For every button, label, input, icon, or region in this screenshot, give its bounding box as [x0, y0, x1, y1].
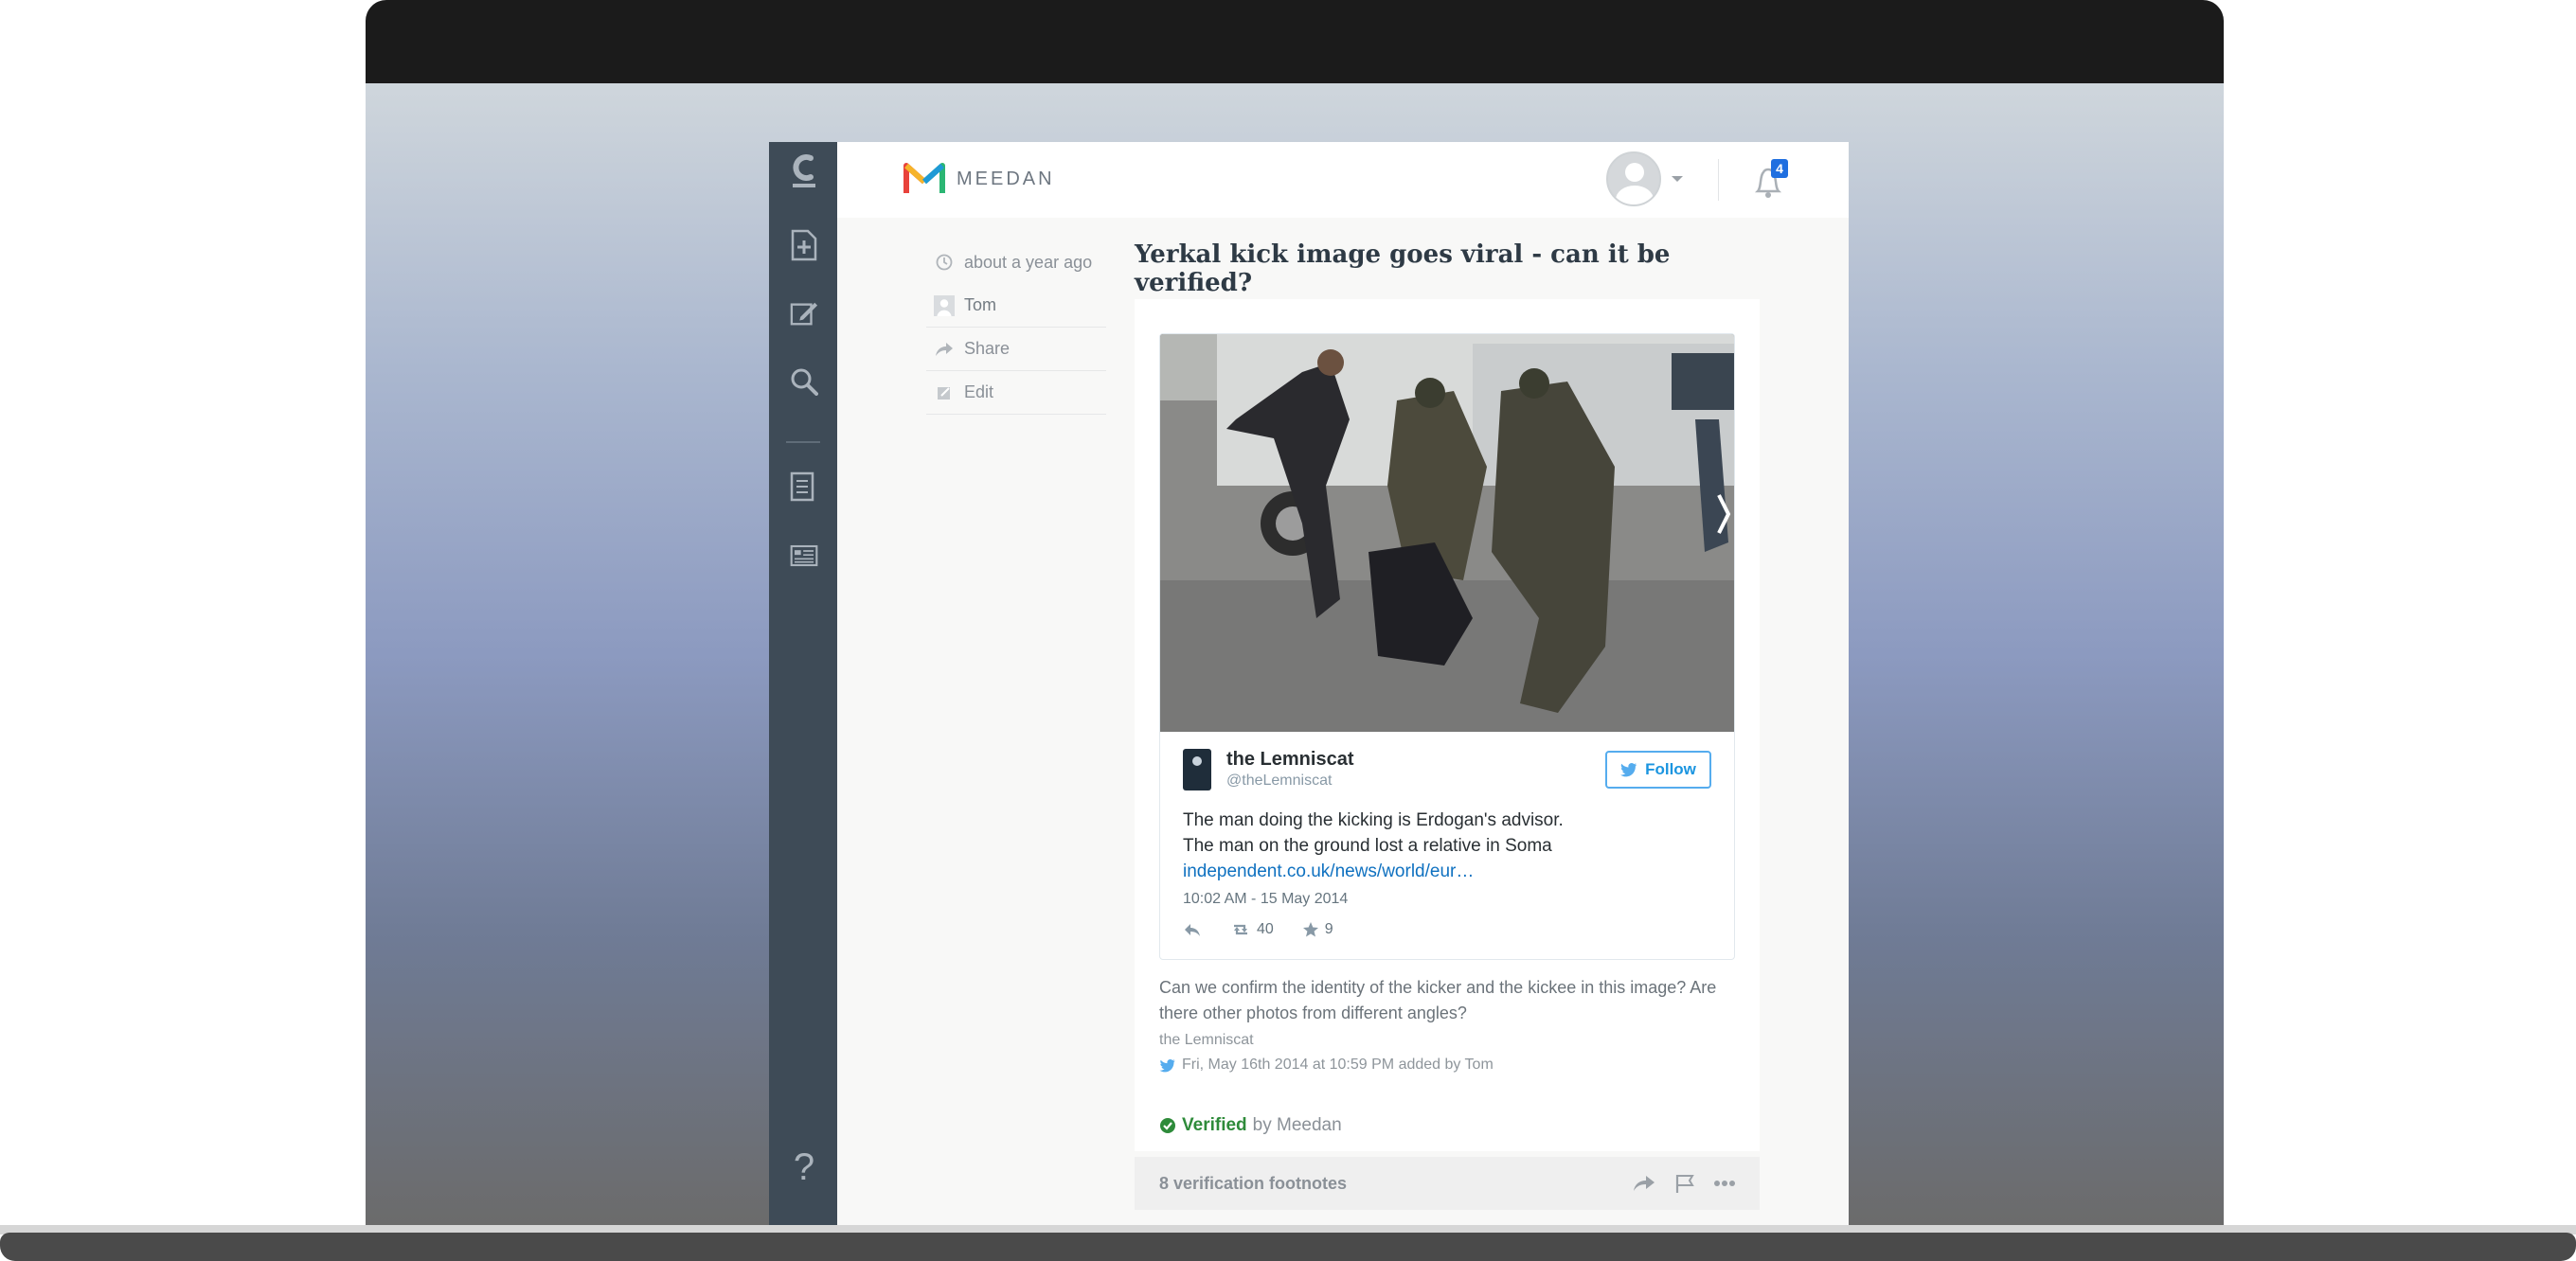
topbar-divider — [1718, 159, 1719, 201]
tweet-photo-image — [1160, 334, 1734, 732]
share-label: Share — [964, 339, 1011, 358]
clock-icon — [934, 252, 955, 273]
document-icon[interactable] — [790, 471, 818, 502]
favorite-count: 9 — [1324, 921, 1333, 937]
main-area: MEEDAN 4 about a year ago Tom Share Edit… — [837, 142, 1849, 1225]
notifications-button[interactable]: 4 — [1752, 159, 1790, 201]
tweet-author-name: the Lemniscat — [1226, 749, 1354, 770]
edit-label: Edit — [964, 382, 994, 401]
claim-text: Can we confirm the identity of the kicke… — [1159, 978, 1717, 1022]
footnote-actions — [1633, 1173, 1735, 1194]
rail-divider — [786, 441, 820, 443]
user-icon — [934, 294, 955, 316]
edit-action[interactable]: Edit — [926, 371, 1106, 415]
page-title: Yerkal kick image goes viral - can it be… — [1135, 240, 1671, 297]
claim-added-info: Fri, May 16th 2014 at 10:59 PM added by … — [1159, 1057, 1494, 1074]
post-meta: about a year ago Tom Share Edit — [926, 240, 1106, 415]
tweet-author-handle: @theLemniscat — [1226, 773, 1333, 789]
help-icon[interactable]: ? — [790, 1146, 818, 1188]
tweet-text: The man doing the kicking is Erdogan's a… — [1183, 808, 1713, 884]
left-rail: ? — [769, 142, 837, 1225]
post-time: about a year ago — [926, 240, 1106, 284]
user-menu[interactable] — [1606, 151, 1684, 206]
tweet-text-line-1: The man doing the kicking is Erdogan's a… — [1183, 810, 1564, 830]
brand-name: MEEDAN — [957, 168, 1055, 189]
footnotes-count[interactable]: 8 verification footnotes — [1159, 1174, 1633, 1194]
claim-card: the Lemniscat @theLemniscat Follow The m… — [1135, 299, 1760, 1151]
notification-count-badge: 4 — [1771, 159, 1788, 178]
claim-added-label: Fri, May 16th 2014 at 10:59 PM added by … — [1182, 1057, 1494, 1073]
avatar — [1606, 151, 1661, 206]
laptop-screen: ? MEEDAN 4 about a year ago Tom Share Ed… — [366, 83, 2224, 1225]
more-icon[interactable] — [1714, 1180, 1735, 1187]
retweet-icon — [1234, 924, 1247, 935]
laptop-bezel-top — [366, 0, 2224, 85]
reply-button[interactable] — [1183, 922, 1202, 937]
follow-button[interactable]: Follow — [1605, 751, 1711, 789]
status-badge: Verified — [1182, 1115, 1247, 1135]
embedded-tweet: the Lemniscat @theLemniscat Follow The m… — [1159, 333, 1735, 960]
tweet-text-line-2: The man on the ground lost a relative in… — [1183, 836, 1552, 856]
tweet-author-avatar — [1183, 749, 1211, 790]
share-icon[interactable] — [1633, 1174, 1655, 1193]
check-logo-icon[interactable] — [790, 154, 818, 187]
status-by: by Meedan — [1252, 1115, 1342, 1135]
edit-icon — [934, 382, 955, 403]
top-bar: MEEDAN 4 — [837, 142, 1849, 218]
follow-label: Follow — [1645, 760, 1696, 778]
reply-icon — [1185, 924, 1200, 936]
chevron-down-icon — [1672, 176, 1683, 182]
share-action[interactable]: Share — [926, 328, 1106, 371]
compose-icon[interactable] — [790, 299, 818, 328]
brand[interactable]: MEEDAN — [903, 163, 1055, 195]
check-circle-icon — [1160, 1118, 1175, 1133]
newspaper-icon[interactable] — [790, 542, 818, 570]
favorite-button[interactable]: 9 — [1302, 921, 1333, 938]
search-icon[interactable] — [790, 367, 818, 396]
twitter-bird-icon — [1620, 763, 1637, 777]
app-window: ? MEEDAN 4 about a year ago Tom Share Ed… — [769, 142, 1849, 1225]
twitter-icon — [1159, 1058, 1175, 1072]
post-time-label: about a year ago — [964, 252, 1093, 272]
tweet-actions: 40 9 — [1183, 921, 1333, 938]
retweet-button[interactable]: 40 — [1230, 921, 1274, 938]
verification-status[interactable]: Verified by Meedan — [1159, 1115, 1342, 1136]
flag-icon[interactable] — [1674, 1173, 1695, 1194]
tweet-photo[interactable] — [1160, 334, 1734, 732]
meedan-logo-icon — [903, 163, 945, 193]
star-icon — [1302, 922, 1318, 937]
new-post-icon[interactable] — [790, 229, 818, 261]
tweet-author[interactable]: the Lemniscat @theLemniscat — [1183, 749, 1353, 790]
claim-source[interactable]: the Lemniscat — [1159, 1032, 1254, 1049]
post-author[interactable]: Tom — [926, 284, 1106, 328]
share-icon — [934, 339, 955, 360]
tweet-link[interactable]: independent.co.uk/news/world/eur… — [1183, 859, 1713, 884]
post-author-label: Tom — [964, 295, 997, 314]
footnotes-bar: 8 verification footnotes — [1135, 1157, 1760, 1210]
tweet-timestamp[interactable]: 10:02 AM - 15 May 2014 — [1183, 891, 1348, 908]
retweet-count: 40 — [1257, 921, 1274, 937]
laptop-base — [0, 1233, 2576, 1261]
